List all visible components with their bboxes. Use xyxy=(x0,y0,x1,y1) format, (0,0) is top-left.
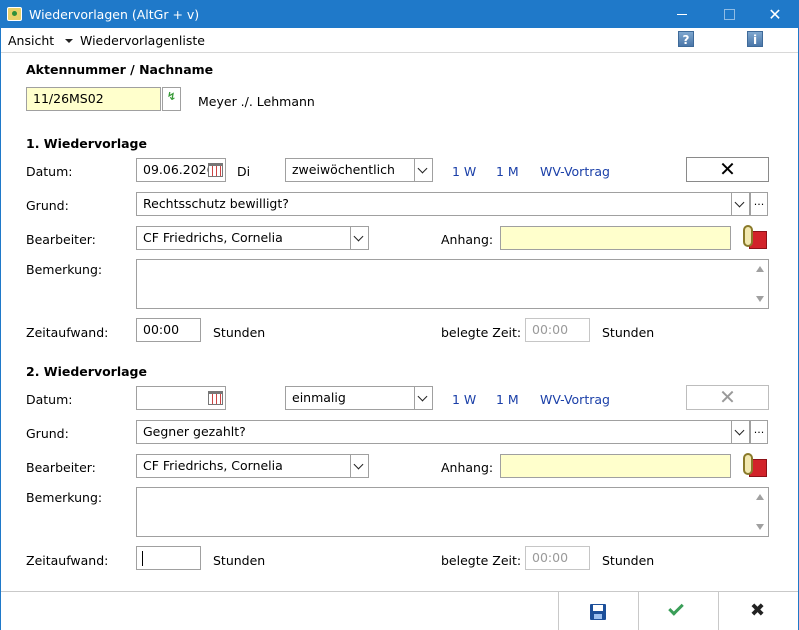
wv1-clear-button[interactable]: ✕ xyxy=(686,157,769,182)
scrollbar[interactable] xyxy=(752,488,768,536)
info-icon[interactable]: i xyxy=(747,31,763,47)
wv2-bearbeiter-value: CF Friedrichs, Cornelia xyxy=(143,458,283,473)
wv1-bemerkung-textarea[interactable] xyxy=(136,259,769,309)
chevron-down-icon[interactable] xyxy=(731,193,749,215)
wv1-weekday: Di xyxy=(237,164,251,179)
wv2-grund-select[interactable]: Gegner gezahlt? xyxy=(136,420,750,444)
attachment-icon[interactable] xyxy=(741,225,769,251)
ok-button[interactable] xyxy=(638,592,718,630)
title-bar: Wiedervorlagen (AltGr + v) ✕ xyxy=(1,1,798,28)
wv1-grund-select[interactable]: Rechtsschutz bewilligt? xyxy=(136,192,750,216)
wv1-belegte-input: 00:00 xyxy=(525,318,590,342)
chevron-down-icon[interactable] xyxy=(350,227,368,249)
wv2-datum-label: Datum: xyxy=(26,392,73,407)
aktennummer-heading: Aktennummer / Nachname xyxy=(26,62,214,77)
wv2-link-wv-vortrag[interactable]: WV-Vortrag xyxy=(540,392,610,407)
wv1-zeitaufwand-input[interactable]: 00:00 xyxy=(136,318,201,342)
wv1-bearbeiter-label: Bearbeiter: xyxy=(26,232,96,247)
app-icon xyxy=(7,7,22,21)
wv1-grund-value: Rechtsschutz bewilligt? xyxy=(143,196,289,211)
paperclip-icon xyxy=(743,225,753,247)
wv2-bemerkung-textarea[interactable] xyxy=(136,487,769,537)
help-icon[interactable]: ? xyxy=(678,31,694,47)
window-title: Wiedervorlagen (AltGr + v) xyxy=(29,7,200,22)
chevron-down-icon[interactable] xyxy=(414,387,432,409)
wv2-clear-button[interactable]: ✕ xyxy=(686,385,769,410)
minimize-button[interactable] xyxy=(659,1,705,28)
aktennummer-input[interactable]: 11/26MS02 xyxy=(26,87,161,111)
chevron-down-icon[interactable] xyxy=(731,421,749,443)
wv2-zeitaufwand-label: Zeitaufwand: xyxy=(26,553,109,568)
scroll-up-icon[interactable] xyxy=(756,266,764,272)
wv1-grund-more-button[interactable]: ... xyxy=(750,192,768,216)
wv1-anhang-input[interactable] xyxy=(500,226,731,250)
save-button[interactable] xyxy=(558,592,638,630)
cancel-button[interactable]: ✖ xyxy=(718,592,798,630)
close-button[interactable]: ✕ xyxy=(752,1,798,28)
menu-wiedervorlagenliste[interactable]: Wiedervorlagenliste xyxy=(80,33,205,48)
wv1-anhang-label: Anhang: xyxy=(441,232,494,247)
wv1-datum-label: Datum: xyxy=(26,164,73,179)
wv2-bearbeiter-label: Bearbeiter: xyxy=(26,460,96,475)
calendar-icon[interactable] xyxy=(208,163,223,177)
menu-ansicht[interactable]: Ansicht xyxy=(8,33,54,48)
wiedervorlagen-window: Wiedervorlagen (AltGr + v) ✕ Ansicht Wie… xyxy=(0,0,799,630)
text-caret xyxy=(142,551,143,566)
wv2-heading: 2. Wiedervorlage xyxy=(26,364,147,379)
wv2-interval-select[interactable]: einmalig xyxy=(285,386,433,410)
menu-bar: Ansicht Wiedervorlagenliste ? i xyxy=(1,28,798,53)
wv2-anhang-label: Anhang: xyxy=(441,460,494,475)
wv1-zeitaufwand-label: Zeitaufwand: xyxy=(26,325,109,340)
wv1-stunden-label: Stunden xyxy=(213,325,266,340)
wv2-belegte-input: 00:00 xyxy=(525,546,590,570)
wv2-grund-value: Gegner gezahlt? xyxy=(143,424,246,439)
checkmark-icon xyxy=(668,600,684,616)
wv1-interval-value: zweiwöchentlich xyxy=(292,162,395,177)
scroll-down-icon[interactable] xyxy=(756,296,764,302)
attachment-icon[interactable] xyxy=(741,453,769,479)
lightning-icon[interactable]: ↯ xyxy=(162,87,181,111)
scroll-down-icon[interactable] xyxy=(756,524,764,530)
paperclip-icon xyxy=(743,453,753,475)
wv1-datum-input[interactable]: 09.06.2026 xyxy=(136,158,226,182)
wv1-heading: 1. Wiedervorlage xyxy=(26,136,147,151)
wv2-bearbeiter-select[interactable]: CF Friedrichs, Cornelia xyxy=(136,454,369,478)
wv1-bearbeiter-value: CF Friedrichs, Cornelia xyxy=(143,230,283,245)
wv1-stunden2-label: Stunden xyxy=(602,325,655,340)
wv1-bemerkung-label: Bemerkung: xyxy=(26,262,103,277)
wv1-grund-label: Grund: xyxy=(26,198,69,213)
wv2-anhang-input[interactable] xyxy=(500,454,731,478)
dropdown-arrow-icon[interactable] xyxy=(65,39,73,43)
scroll-up-icon[interactable] xyxy=(756,494,764,500)
wv2-stunden2-label: Stunden xyxy=(602,553,655,568)
wv2-belegte-label: belegte Zeit: xyxy=(441,553,522,568)
wv2-grund-more-button[interactable]: ... xyxy=(750,420,768,444)
wv2-link-1w[interactable]: 1 W xyxy=(452,392,476,407)
wv2-stunden-label: Stunden xyxy=(213,553,266,568)
wv2-link-1m[interactable]: 1 M xyxy=(496,392,519,407)
wv2-zeitaufwand-input[interactable] xyxy=(136,546,201,570)
wv2-datum-input[interactable] xyxy=(136,386,226,410)
wv1-belegte-label: belegte Zeit: xyxy=(441,325,522,340)
chevron-down-icon[interactable] xyxy=(414,159,432,181)
wv2-bemerkung-label: Bemerkung: xyxy=(26,490,103,505)
wv1-bearbeiter-select[interactable]: CF Friedrichs, Cornelia xyxy=(136,226,369,250)
wv2-interval-value: einmalig xyxy=(292,390,346,405)
nachname-text: Meyer ./. Lehmann xyxy=(198,94,315,109)
maximize-button[interactable] xyxy=(706,1,752,28)
scrollbar[interactable] xyxy=(752,260,768,308)
wv2-grund-label: Grund: xyxy=(26,426,69,441)
wv1-datum-value: 09.06.2026 xyxy=(143,162,215,177)
close-icon: ✖ xyxy=(750,600,766,621)
chevron-down-icon[interactable] xyxy=(350,455,368,477)
calendar-icon[interactable] xyxy=(208,391,223,405)
wv1-link-1m[interactable]: 1 M xyxy=(496,164,519,179)
wv1-link-wv-vortrag[interactable]: WV-Vortrag xyxy=(540,164,610,179)
wv1-link-1w[interactable]: 1 W xyxy=(452,164,476,179)
save-icon xyxy=(590,604,606,620)
wv1-interval-select[interactable]: zweiwöchentlich xyxy=(285,158,433,182)
footer-bar: ✖ xyxy=(1,591,798,630)
